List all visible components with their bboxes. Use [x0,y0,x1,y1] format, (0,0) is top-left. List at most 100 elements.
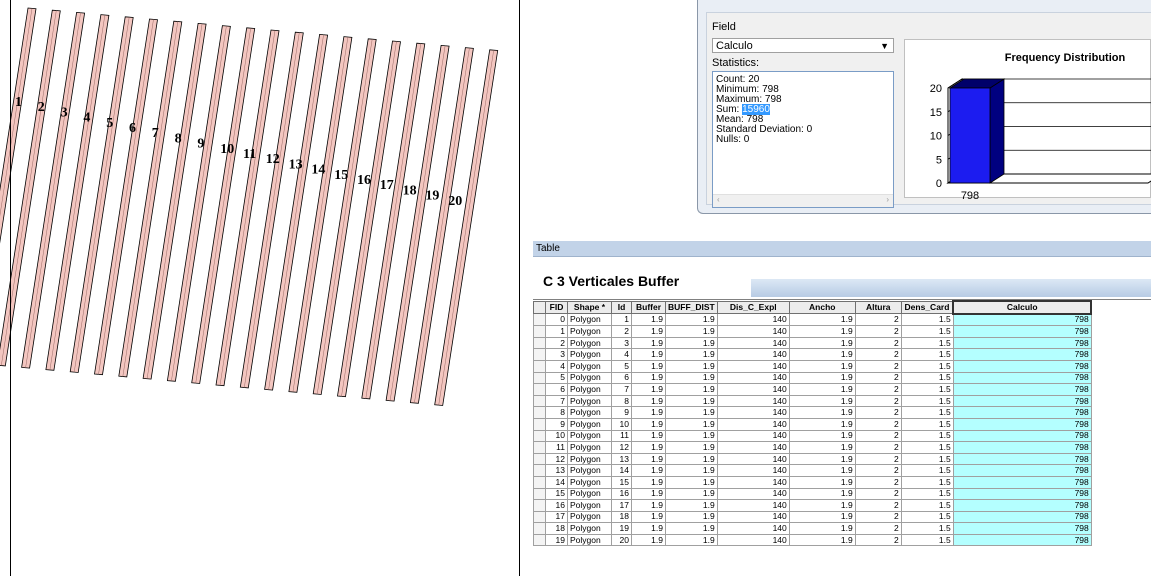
table-cell[interactable]: 2 [854,522,902,535]
table-cell[interactable]: 17 [611,499,632,512]
table-cell[interactable]: 1.5 [900,325,954,338]
table-row[interactable]: 19 Polygon 20 1.9 1.9 140 1.9 2 1.5 798 [533,533,1092,547]
table-cell[interactable]: Polygon [567,487,612,501]
column-header[interactable]: Shape * [567,300,612,315]
table-cell[interactable]: 2 [854,533,902,547]
statistics-list[interactable]: Count: 20 Minimum: 798 Maximum: 798 Sum: 15… [712,71,894,208]
table-cell[interactable]: 1.9 [788,417,856,431]
table-cell[interactable]: 1.9 [631,441,666,454]
table-cell[interactable]: 2 [854,464,902,477]
table-cell[interactable]: 140 [716,429,790,443]
table-cell[interactable]: 14 [611,464,632,477]
table-cell[interactable]: 1.9 [665,394,718,408]
table-cell[interactable]: 140 [716,406,790,419]
row-selector[interactable] [533,533,546,547]
table-cell[interactable]: 1.9 [665,522,718,535]
table-cell[interactable]: 1.5 [900,441,954,454]
table-cell[interactable]: 8 [545,406,568,419]
table-cell[interactable]: Polygon [567,348,612,361]
row-selector[interactable] [533,336,546,350]
table-row[interactable]: 6 Polygon 7 1.9 1.9 140 1.9 2 1.5 798 [533,383,1092,396]
table-cell[interactable]: 140 [716,394,790,408]
row-selector[interactable] [533,452,546,466]
table-row[interactable]: 18 Polygon 19 1.9 1.9 140 1.9 2 1.5 798 [533,522,1092,535]
table-cell[interactable]: Polygon [567,464,612,477]
table-cell[interactable]: 140 [716,359,790,373]
table-cell[interactable]: 798 [952,371,1092,385]
row-selector[interactable] [533,522,546,535]
table-cell[interactable]: 9 [545,417,568,431]
table-cell[interactable]: Polygon [567,336,612,350]
table-cell[interactable]: 1.5 [900,394,954,408]
table-cell[interactable]: 1.9 [788,533,856,547]
table-cell[interactable]: 14 [545,475,568,489]
table-cell[interactable]: 5 [611,359,632,373]
row-selector[interactable] [533,487,546,501]
scroll-right-icon[interactable]: › [886,195,889,205]
table-cell[interactable]: 1.9 [665,441,718,454]
table-row[interactable]: 7 Polygon 8 1.9 1.9 140 1.9 2 1.5 798 [533,394,1092,408]
table-cell[interactable]: 2 [854,475,902,489]
table-cell[interactable]: Polygon [567,475,612,489]
column-header[interactable]: Id [611,300,632,315]
column-header[interactable]: Ancho [788,300,856,315]
table-cell[interactable]: 1.5 [900,359,954,373]
table-cell[interactable]: 798 [952,348,1092,361]
table-cell[interactable]: 798 [952,336,1092,350]
table-cell[interactable]: 1.9 [631,348,666,361]
table-cell[interactable]: 1.9 [631,510,666,524]
table-cell[interactable]: 140 [716,499,790,512]
table-cell[interactable]: 798 [952,325,1092,338]
table-cell[interactable]: 10 [545,429,568,443]
column-header[interactable]: Altura [854,300,902,315]
table-cell[interactable]: 10 [611,417,632,431]
table-cell[interactable]: 1.9 [788,487,856,501]
table-cell[interactable]: 1.9 [665,325,718,338]
table-cell[interactable]: 1.9 [631,406,666,419]
table-cell[interactable]: 0 [545,313,568,327]
row-selector[interactable] [533,359,546,373]
row-selector[interactable] [533,313,546,327]
row-selector[interactable] [533,429,546,443]
table-cell[interactable]: 1.5 [900,522,954,535]
table-cell[interactable]: Polygon [567,394,612,408]
table-cell[interactable]: 1.9 [788,452,856,466]
table-cell[interactable]: 15 [611,475,632,489]
table-cell[interactable]: 2 [854,441,902,454]
table-cell[interactable]: 1.5 [900,383,954,396]
table-cell[interactable]: 1 [545,325,568,338]
table-cell[interactable]: 2 [854,383,902,396]
table-cell[interactable]: 2 [854,348,902,361]
table-cell[interactable]: 2 [854,510,902,524]
table-row[interactable]: 1 Polygon 2 1.9 1.9 140 1.9 2 1.5 798 [533,325,1092,338]
attribute-grid[interactable]: FID Shape * Id Buffer BUFF_DIST Dis_C_Expl Anc… [533,299,1151,577]
table-cell[interactable]: 1 [611,313,632,327]
row-selector[interactable] [533,348,546,361]
table-cell[interactable]: 1.5 [900,510,954,524]
table-cell[interactable]: 1.9 [788,313,856,327]
table-cell[interactable]: 2 [854,452,902,466]
attribute-table[interactable]: FID Shape * Id Buffer BUFF_DIST Dis_C_Expl Anc… [533,300,1093,547]
table-row[interactable]: 13 Polygon 14 1.9 1.9 140 1.9 2 1.5 798 [533,464,1092,477]
table-cell[interactable]: 9 [611,406,632,419]
table-cell[interactable]: 2 [854,325,902,338]
scroll-left-icon[interactable]: ‹ [717,195,720,205]
table-row[interactable]: 2 Polygon 3 1.9 1.9 140 1.9 2 1.5 798 [533,336,1092,350]
table-cell[interactable]: 1.9 [788,325,856,338]
table-row[interactable]: 5 Polygon 6 1.9 1.9 140 1.9 2 1.5 798 [533,371,1092,385]
table-cell[interactable]: 1.9 [788,464,856,477]
row-selector[interactable] [533,371,546,385]
table-cell[interactable]: 798 [952,475,1092,489]
table-cell[interactable]: 140 [716,313,790,327]
column-header[interactable]: Dens_Card [900,300,954,315]
table-cell[interactable]: Polygon [567,383,612,396]
table-cell[interactable]: 3 [545,348,568,361]
table-cell[interactable]: Polygon [567,499,612,512]
table-cell[interactable]: 1.9 [631,359,666,373]
column-header[interactable]: FID [545,300,568,315]
table-cell[interactable]: 140 [716,348,790,361]
table-cell[interactable]: 1.9 [788,394,856,408]
table-cell[interactable]: 6 [545,383,568,396]
table-cell[interactable]: 1.5 [900,429,954,443]
table-cell[interactable]: 140 [716,464,790,477]
